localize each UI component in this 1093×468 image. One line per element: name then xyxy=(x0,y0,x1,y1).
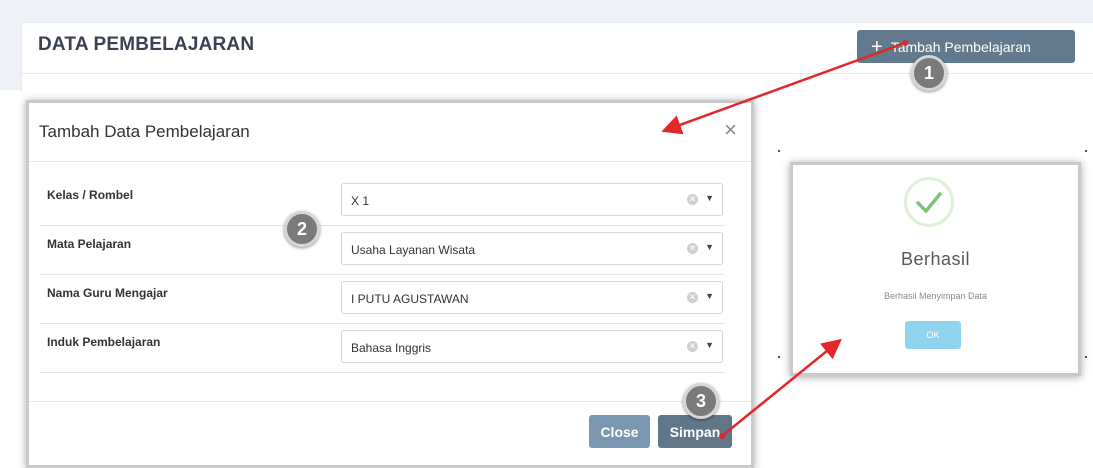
arrow-to-modal xyxy=(661,41,906,135)
step-badge-2: 2 xyxy=(284,211,320,247)
arrow-to-success xyxy=(721,338,842,437)
step-badge-1: 1 xyxy=(911,55,947,91)
step-badge-3: 3 xyxy=(683,383,719,419)
